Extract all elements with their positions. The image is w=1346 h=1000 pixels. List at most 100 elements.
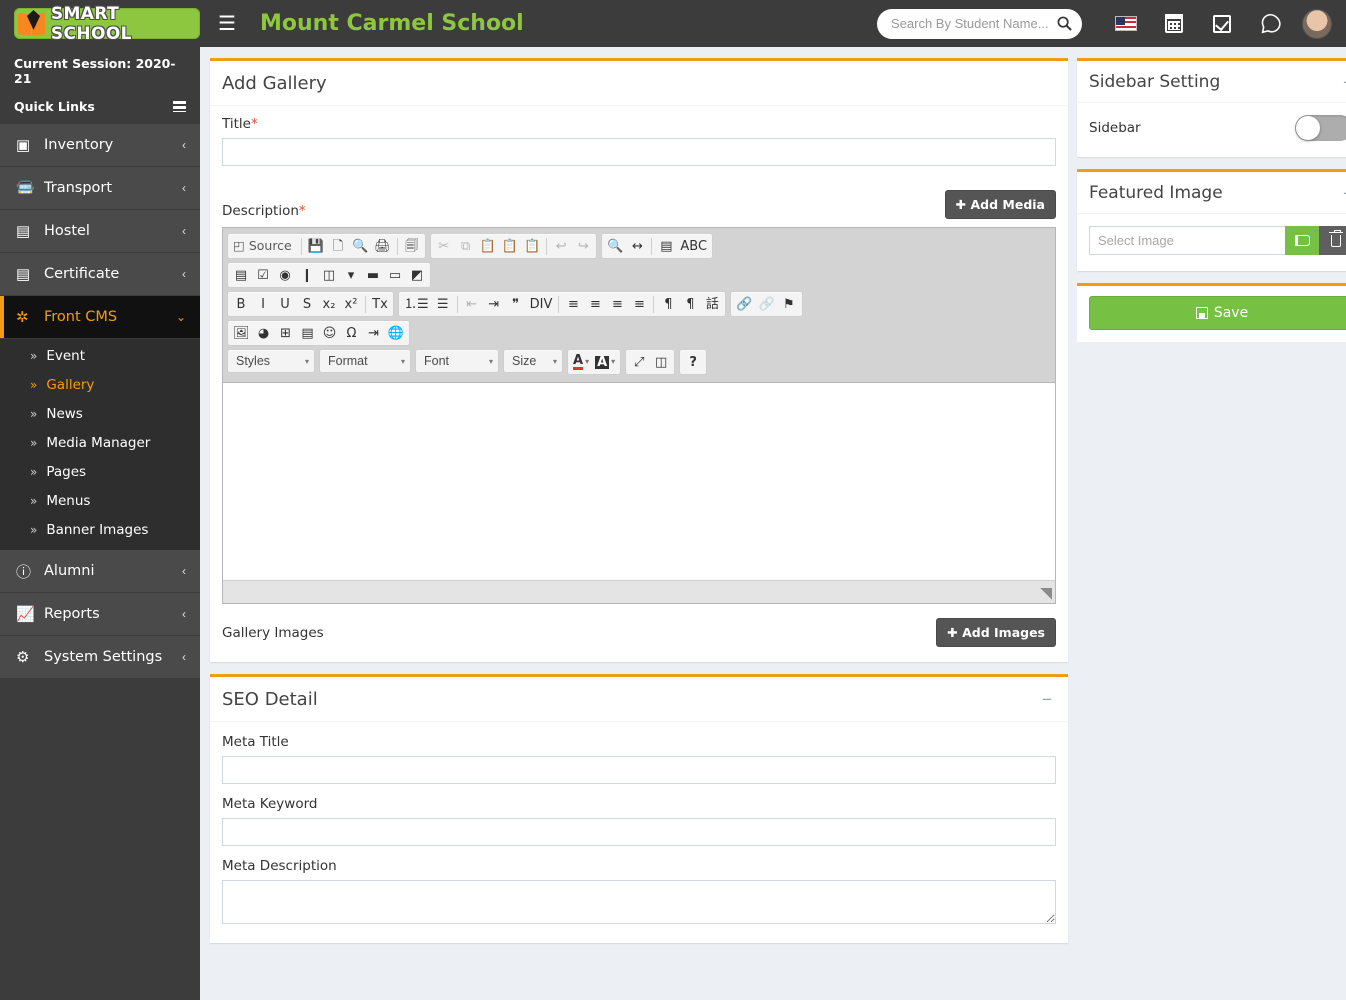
about-button[interactable]: ? <box>682 351 704 373</box>
bg-color-button[interactable]: A ▾ <box>592 351 618 373</box>
submenu-item-pages[interactable]: » Pages <box>0 457 200 486</box>
seo-collapse-icon[interactable]: − <box>1042 691 1052 708</box>
logo-area[interactable]: SMART SCHOOL <box>0 0 200 47</box>
smart-school-logo[interactable]: SMART SCHOOL <box>14 4 200 44</box>
styles-combo[interactable]: Styles ▾ <box>227 349 315 373</box>
superscript-button[interactable]: x² <box>340 293 362 315</box>
select-all-button[interactable]: ▤ <box>655 235 677 257</box>
preview-button[interactable]: 🔍 <box>349 235 371 257</box>
add-images-button[interactable]: ✚ Add Images <box>936 618 1056 647</box>
sidebar-toggle-switch[interactable] <box>1295 115 1346 141</box>
checkbox-button[interactable]: ☑ <box>252 264 274 286</box>
language-button[interactable]: 話 <box>701 293 723 315</box>
align-left-button[interactable]: ≡ <box>562 293 584 315</box>
new-page-button[interactable]: 🗋 <box>327 235 349 257</box>
numbered-list-button[interactable]: ⒈☰ <box>401 293 432 315</box>
textarea-button[interactable]: ◫ <box>318 264 340 286</box>
outdent-button[interactable]: ⇤ <box>461 293 483 315</box>
redo-button[interactable]: ↪ <box>572 235 594 257</box>
whatsapp-icon[interactable] <box>1246 0 1294 47</box>
cut-button[interactable]: ✂ <box>433 235 455 257</box>
flag-usa-icon[interactable] <box>1102 0 1150 47</box>
find-button[interactable]: 🔍 <box>604 235 626 257</box>
paste-text-button[interactable]: 📋 <box>499 235 521 257</box>
ltr-button[interactable]: ¶ <box>657 293 679 315</box>
anchor-button[interactable]: ⚑ <box>778 293 800 315</box>
sidebar-item-front-cms[interactable]: ✲ Front CMS ⌄ <box>0 296 200 339</box>
special-char-button[interactable]: Ω <box>341 322 363 344</box>
italic-button[interactable]: I <box>252 293 274 315</box>
sidebar-item-reports[interactable]: 📈 Reports ‹ <box>0 593 200 636</box>
search-icon[interactable] <box>1057 16 1072 31</box>
checkbox-icon[interactable] <box>1198 0 1246 47</box>
calendar-icon[interactable] <box>1150 0 1198 47</box>
meta-title-input[interactable] <box>222 756 1056 784</box>
hidden-field-button[interactable]: ◩ <box>406 264 428 286</box>
sidebar-item-hostel[interactable]: ▤ Hostel ‹ <box>0 210 200 253</box>
blockquote-button[interactable]: ❞ <box>505 293 527 315</box>
horizontal-rule-button[interactable]: ▤ <box>297 322 319 344</box>
font-combo[interactable]: Font ▾ <box>415 349 499 373</box>
select-image-input[interactable] <box>1089 226 1285 255</box>
replace-button[interactable]: ↔ <box>626 235 648 257</box>
spellcheck-button[interactable]: ABC <box>677 235 710 257</box>
sidebar-item-inventory[interactable]: ▣ Inventory ‹ <box>0 124 200 167</box>
format-combo[interactable]: Format ▾ <box>319 349 411 373</box>
sidebar-item-system-settings[interactable]: ⚙ System Settings ‹ <box>0 636 200 679</box>
submenu-item-banner-images[interactable]: » Banner Images <box>0 515 200 544</box>
rtl-button[interactable]: ¶ <box>679 293 701 315</box>
submenu-item-gallery[interactable]: » Gallery <box>0 370 200 399</box>
title-input[interactable] <box>222 138 1056 166</box>
print-button[interactable]: 🖨 <box>371 235 394 257</box>
source-button[interactable]: ◰ Source <box>230 235 298 257</box>
sidebar-item-alumni[interactable]: ⓘ Alumni ‹ <box>0 550 200 593</box>
search-box[interactable] <box>877 8 1082 39</box>
size-combo[interactable]: Size ▾ <box>503 349 563 373</box>
textfield-button[interactable]: ❙ <box>296 264 318 286</box>
grid-icon[interactable] <box>173 101 186 112</box>
subscript-button[interactable]: x₂ <box>318 293 340 315</box>
browse-image-button[interactable] <box>1285 226 1319 255</box>
flash-button[interactable]: ◕ <box>253 322 275 344</box>
editor-resize-handle[interactable] <box>1040 588 1052 600</box>
sidebar-item-certificate[interactable]: ▤ Certificate ‹ <box>0 253 200 296</box>
bold-button[interactable]: B <box>230 293 252 315</box>
select-field-button[interactable]: ▾ <box>340 264 362 286</box>
form-button[interactable]: ▤ <box>230 264 252 286</box>
save-button[interactable]: 💾 <box>305 235 327 257</box>
align-center-button[interactable]: ≡ <box>584 293 606 315</box>
submenu-item-event[interactable]: » Event <box>0 341 200 370</box>
save-button[interactable]: Save <box>1089 296 1346 330</box>
paste-button[interactable]: 📋 <box>477 235 499 257</box>
align-justify-button[interactable]: ≡ <box>628 293 650 315</box>
delete-image-button[interactable] <box>1319 226 1346 255</box>
image-button[interactable]: 🖼 <box>230 322 253 344</box>
underline-button[interactable]: U <box>274 293 296 315</box>
maximize-button[interactable]: ⤢ <box>628 351 650 373</box>
align-right-button[interactable]: ≡ <box>606 293 628 315</box>
text-color-button[interactable]: A ▾ <box>570 351 592 373</box>
add-media-button[interactable]: ✚ Add Media <box>944 190 1056 219</box>
meta-description-input[interactable] <box>222 880 1056 924</box>
search-input[interactable] <box>891 16 1057 31</box>
submenu-item-news[interactable]: » News <box>0 399 200 428</box>
bulleted-list-button[interactable]: ☰ <box>432 293 454 315</box>
iframe-button[interactable]: 🌐 <box>385 322 407 344</box>
copy-button[interactable]: ⧉ <box>455 235 477 257</box>
radio-button[interactable]: ◉ <box>274 264 296 286</box>
paste-word-button[interactable]: 📋 <box>521 235 543 257</box>
button-field-button[interactable]: ▬ <box>362 264 384 286</box>
link-button[interactable]: 🔗 <box>733 293 755 315</box>
page-break-button[interactable]: ⇥ <box>363 322 385 344</box>
submenu-item-media-manager[interactable]: » Media Manager <box>0 428 200 457</box>
create-div-button[interactable]: DIV <box>527 293 556 315</box>
show-blocks-button[interactable]: ◫ <box>650 351 672 373</box>
user-avatar[interactable] <box>1294 0 1342 47</box>
unlink-button[interactable]: 🔗 <box>756 293 778 315</box>
meta-keyword-input[interactable] <box>222 818 1056 846</box>
image-button-button[interactable]: ▭ <box>384 264 406 286</box>
templates-button[interactable]: 🗐 <box>401 235 423 257</box>
quick-links-row[interactable]: Quick Links <box>0 92 200 124</box>
menu-toggle-icon[interactable]: ☰ <box>216 14 238 34</box>
indent-button[interactable]: ⇥ <box>483 293 505 315</box>
